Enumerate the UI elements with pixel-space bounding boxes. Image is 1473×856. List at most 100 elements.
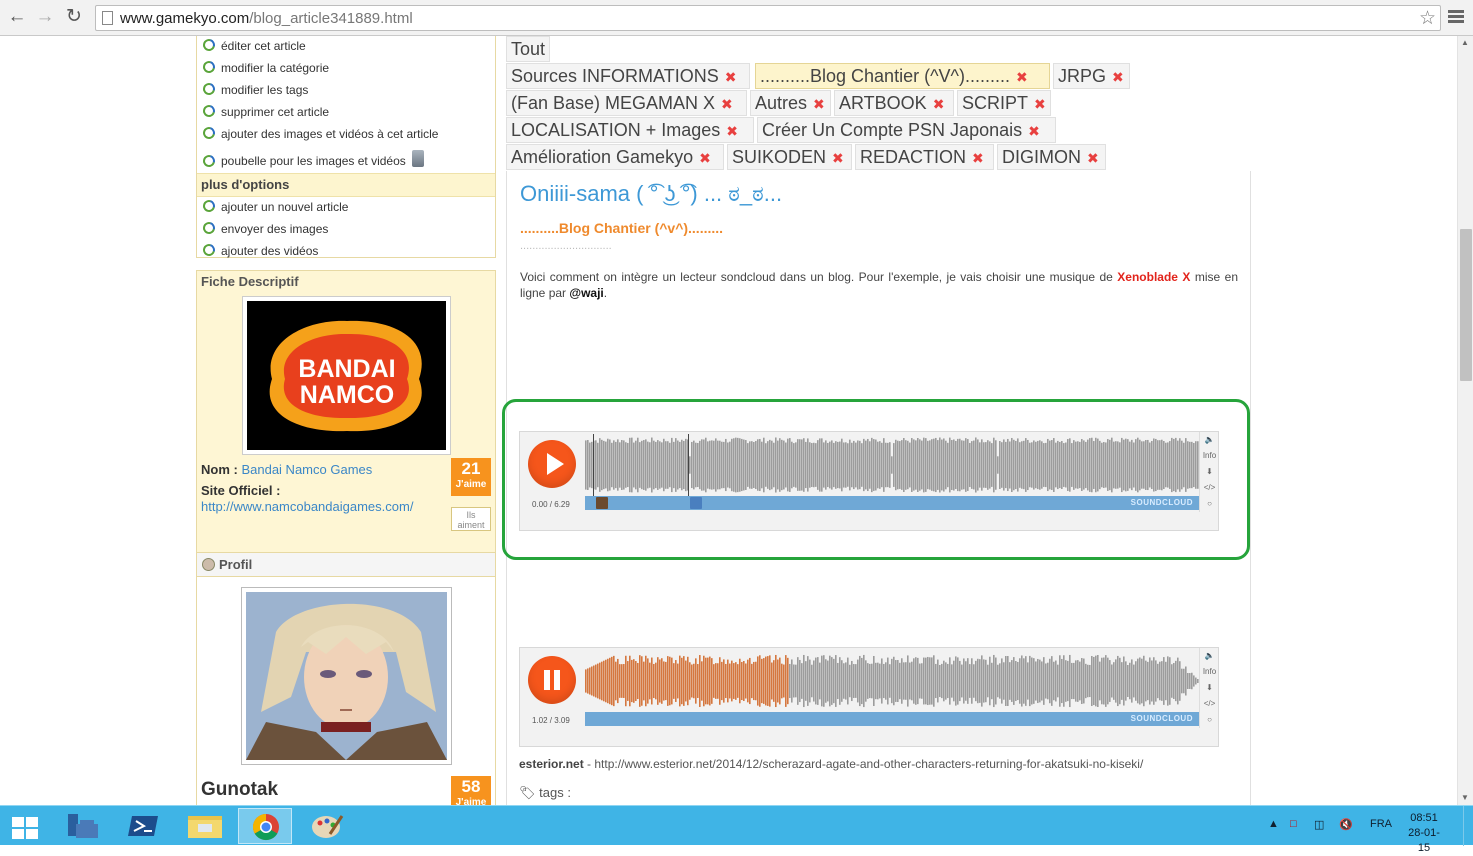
sidebar-menu-item[interactable]: ajouter un nouvel article xyxy=(197,197,495,219)
powershell-icon[interactable] xyxy=(118,808,172,844)
article-title[interactable]: Oniiii-sama ( ͡° ͜ʖ ͡°) ... ಠ_ಠ... xyxy=(520,181,782,207)
waveform[interactable] xyxy=(585,434,1199,496)
comments-bar[interactable]: SOUNDCLOUD xyxy=(585,496,1199,510)
sidebar-menu-item[interactable]: modifier les tags xyxy=(197,80,495,102)
forward-icon[interactable]: → xyxy=(34,6,56,28)
category-tag[interactable]: Tout xyxy=(506,36,550,62)
waveform-sample xyxy=(689,456,691,474)
embed-button[interactable]: </> xyxy=(1200,696,1219,712)
avatar[interactable] xyxy=(241,587,452,765)
display-icon[interactable]: ◫ xyxy=(1314,818,1324,831)
category-tag[interactable]: Créer Un Compte PSN Japonais ✖ xyxy=(757,117,1056,143)
soundcloud-logo[interactable]: SOUNDCLOUD xyxy=(1131,498,1193,507)
category-tag[interactable]: ARTBOOK ✖ xyxy=(834,90,954,116)
source-name[interactable]: esterior.net xyxy=(519,757,584,771)
language-indicator[interactable]: FRA xyxy=(1370,818,1392,830)
sidebar-menu-item[interactable]: poubelle pour les images et vidéos xyxy=(197,146,495,173)
comment-marker[interactable] xyxy=(688,434,689,496)
start-button[interactable] xyxy=(0,808,54,844)
category-tag[interactable]: JRPG ✖ xyxy=(1053,63,1130,89)
scrollbar-thumb[interactable] xyxy=(1460,229,1472,381)
system-clock[interactable]: 08:51 28-01-15 xyxy=(1404,811,1444,856)
fiche-site-link[interactable]: http://www.namcobandaigames.com/ xyxy=(201,499,413,514)
paint-icon[interactable] xyxy=(300,808,354,844)
tray-expand-icon[interactable]: ▲ xyxy=(1268,818,1279,830)
sidebar-menu-item[interactable]: envoyer des images xyxy=(197,219,495,241)
volume-icon[interactable]: 🔈 xyxy=(1200,432,1219,448)
show-desktop-button[interactable] xyxy=(1463,806,1473,846)
waveform[interactable] xyxy=(585,650,1199,712)
sidebar-menu-item[interactable]: ajouter des images et vidéos à cet artic… xyxy=(197,124,495,146)
user-mention-link[interactable]: @waji xyxy=(569,286,603,300)
waveform-sample xyxy=(1145,660,1147,702)
category-tag[interactable]: SUIKODEN ✖ xyxy=(727,144,852,170)
sidebar-menu-item[interactable]: supprimer cet article xyxy=(197,102,495,124)
category-tag[interactable]: (Fan Base) MEGAMAN X ✖ xyxy=(506,90,747,116)
back-icon[interactable]: ← xyxy=(6,6,28,28)
scroll-up-icon[interactable]: ▲ xyxy=(1461,38,1469,47)
server-manager-icon[interactable] xyxy=(56,808,110,844)
fiche-nom-link[interactable]: Bandai Namco Games xyxy=(241,462,372,477)
embed-button[interactable]: </> xyxy=(1200,480,1219,496)
sidebar-menu-item[interactable]: modifier la catégorie xyxy=(197,58,495,80)
category-tag[interactable]: DIGIMON ✖ xyxy=(997,144,1106,170)
network-warning-icon[interactable]: □ xyxy=(1290,818,1297,830)
address-bar[interactable]: www.gamekyo.com/blog_article341889.html … xyxy=(95,5,1441,31)
chrome-taskbar-icon[interactable] xyxy=(238,808,292,844)
play-button[interactable] xyxy=(528,440,576,488)
soundcloud-logo[interactable]: SOUNDCLOUD xyxy=(1131,714,1193,723)
xenoblade-link[interactable]: Xenoblade X xyxy=(1117,270,1190,284)
category-tag[interactable]: SCRIPT ✖ xyxy=(957,90,1051,116)
comments-bar[interactable]: SOUNDCLOUD xyxy=(585,712,1199,726)
info-button[interactable]: Info xyxy=(1200,664,1219,680)
comment-avatar[interactable] xyxy=(596,497,608,509)
category-tag[interactable]: Sources INFORMATIONS ✖ xyxy=(506,63,750,89)
category-tag[interactable]: Autres ✖ xyxy=(750,90,831,116)
info-button[interactable]: Info xyxy=(1200,448,1219,464)
volume-icon[interactable]: 🔈 xyxy=(1200,648,1219,664)
remove-tag-icon[interactable]: ✖ xyxy=(1112,69,1124,85)
category-tag[interactable]: ..........Blog Chantier (^V^)......... ✖ xyxy=(755,63,1050,89)
profil-like-button[interactable]: 58 J'aime xyxy=(451,776,491,805)
source-url[interactable]: http://www.esterior.net/2014/12/scheraza… xyxy=(594,757,1143,771)
remove-tag-icon[interactable]: ✖ xyxy=(813,96,825,112)
remove-tag-icon[interactable]: ✖ xyxy=(972,150,984,166)
comment-icon[interactable]: ○ xyxy=(1200,496,1219,512)
bookmark-star-icon[interactable]: ☆ xyxy=(1419,7,1436,30)
fiche-likers-link[interactable]: Ils aiment xyxy=(451,507,491,531)
sidebar-menu-item[interactable]: ajouter des vidéos xyxy=(197,241,495,263)
remove-tag-icon[interactable]: ✖ xyxy=(699,150,711,166)
category-tag[interactable]: Amélioration Gamekyo ✖ xyxy=(506,144,724,170)
category-tag[interactable]: REDACTION ✖ xyxy=(855,144,994,170)
remove-tag-icon[interactable]: ✖ xyxy=(721,96,733,112)
scroll-down-icon[interactable]: ▼ xyxy=(1461,793,1469,802)
remove-tag-icon[interactable]: ✖ xyxy=(1087,150,1099,166)
pause-button[interactable] xyxy=(528,656,576,704)
category-tag[interactable]: LOCALISATION + Images ✖ xyxy=(506,117,754,143)
reload-icon[interactable]: ↻ xyxy=(63,6,85,28)
remove-tag-icon[interactable]: ✖ xyxy=(1016,69,1028,85)
soundcloud-player-2: 1.02 / 3.09 SOUNDCLOUD 🔈 Info ⬇ </> ○ xyxy=(519,647,1219,747)
remove-tag-icon[interactable]: ✖ xyxy=(726,123,738,139)
waveform-sample xyxy=(905,440,907,490)
download-icon[interactable]: ⬇ xyxy=(1200,680,1219,696)
remove-tag-icon[interactable]: ✖ xyxy=(725,69,737,85)
article-blog-link[interactable]: ..........Blog Chantier (^v^)......... xyxy=(520,220,723,236)
profile-username[interactable]: Gunotak xyxy=(201,779,278,801)
volume-muted-icon[interactable]: 🔇 xyxy=(1339,818,1353,831)
remove-tag-icon[interactable]: ✖ xyxy=(1034,96,1046,112)
vertical-scrollbar[interactable]: ▲ ▼ xyxy=(1457,36,1473,805)
fiche-like-button[interactable]: 21 J'aime xyxy=(451,458,491,496)
chrome-menu-icon[interactable] xyxy=(1448,8,1464,26)
remove-tag-icon[interactable]: ✖ xyxy=(933,96,945,112)
comment-marker[interactable] xyxy=(593,434,594,496)
comment-avatar[interactable] xyxy=(690,497,702,509)
remove-tag-icon[interactable]: ✖ xyxy=(832,150,844,166)
remove-tag-icon[interactable]: ✖ xyxy=(1028,123,1040,139)
waveform-sample xyxy=(753,661,755,701)
download-icon[interactable]: ⬇ xyxy=(1200,464,1219,480)
comment-icon[interactable]: ○ xyxy=(1200,712,1219,728)
sidebar-menu-item[interactable]: éditer cet article xyxy=(197,36,495,58)
file-explorer-icon[interactable] xyxy=(178,808,232,844)
waveform-sample xyxy=(621,664,623,698)
